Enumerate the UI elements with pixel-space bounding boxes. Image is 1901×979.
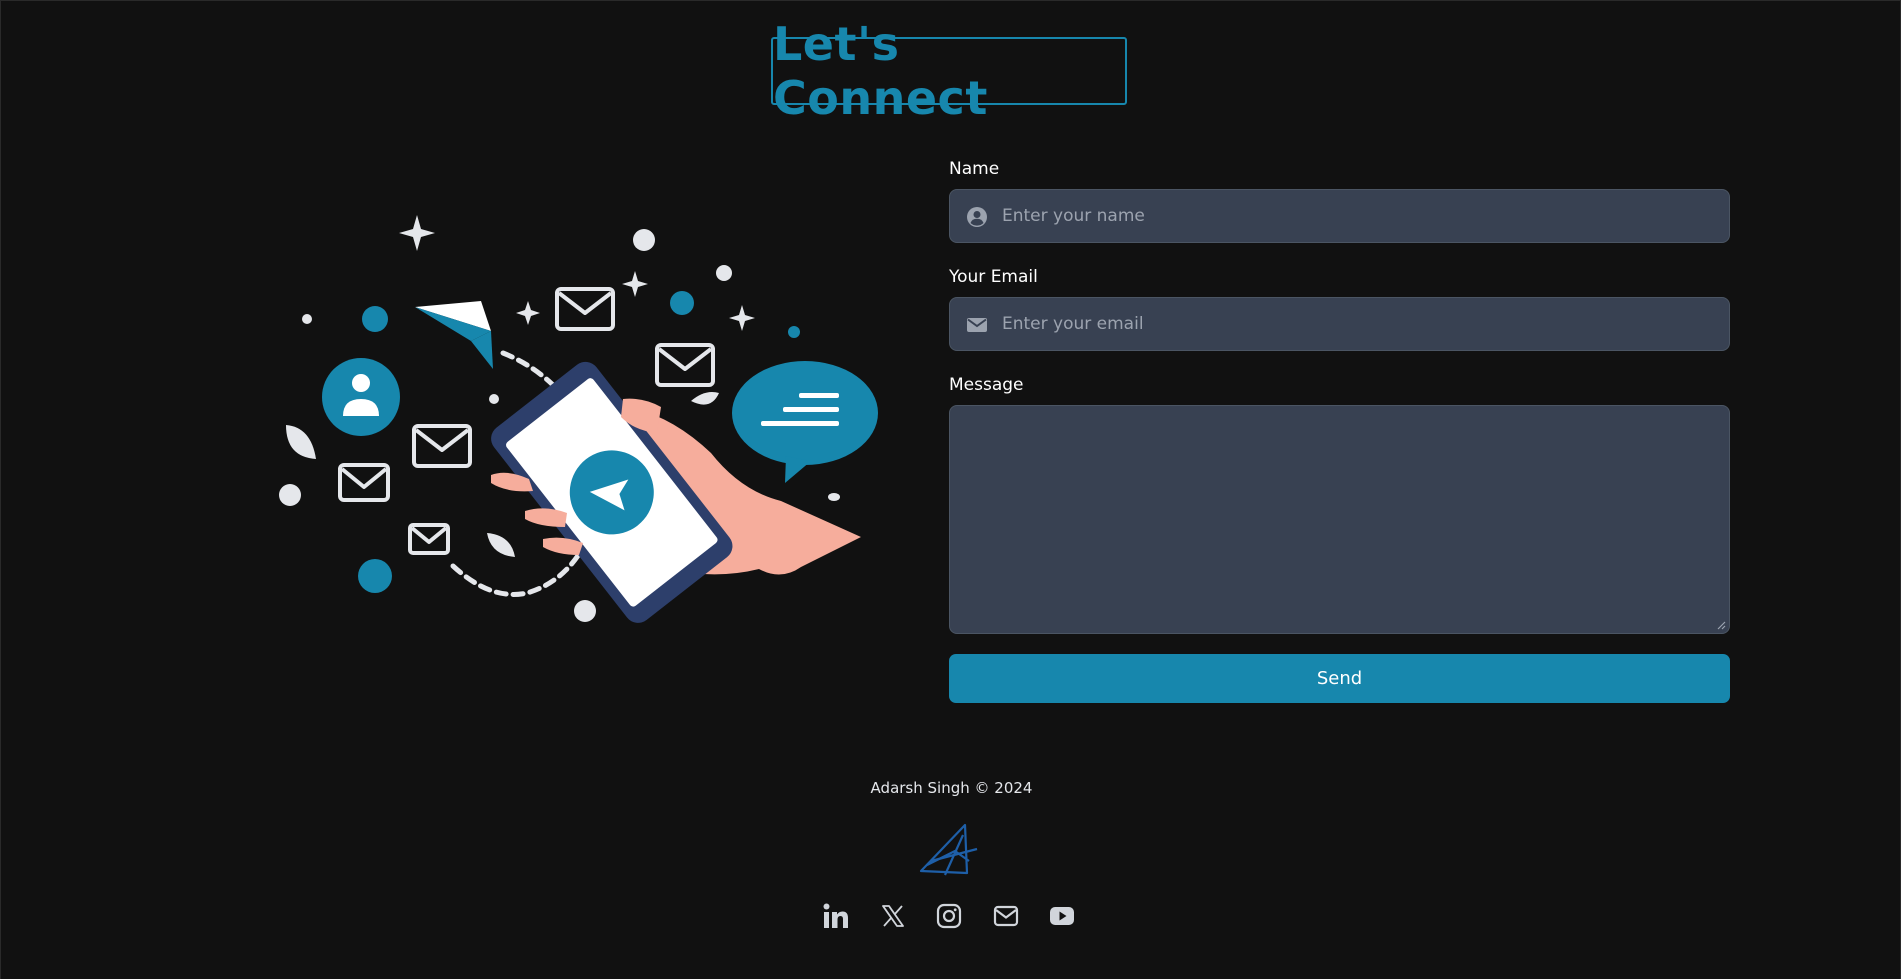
sparkle-icon [729,305,755,331]
name-input[interactable] [1002,190,1712,242]
email-link[interactable] [989,899,1023,933]
contact-illustration [279,215,878,623]
instagram-icon [936,903,962,929]
page-title: Let's Connect [773,17,988,125]
contact-page: Let's Connect Name Enter your name Your … [0,0,1901,979]
linkedin-icon [823,903,848,928]
x-twitter-icon [881,905,904,927]
instagram-link[interactable] [932,899,966,933]
email-input[interactable] [1002,298,1712,350]
sparkle-icon [622,271,648,297]
linkedin-link[interactable] [819,899,853,933]
message-label: Message [949,375,1024,395]
envelope-icon [967,318,987,332]
name-field-wrapper[interactable] [949,189,1730,243]
user-circle-icon [967,207,987,227]
email-field-wrapper[interactable] [949,297,1730,351]
message-field-wrapper[interactable] [949,405,1730,634]
social-links [819,899,1079,933]
logo-icon [919,823,978,876]
message-textarea[interactable] [950,406,1729,633]
copyright-text: Adarsh Singh © 2024 [870,779,1033,797]
mail-icon [993,905,1018,927]
x-twitter-link[interactable] [876,899,910,933]
sparkle-icon [516,301,540,325]
email-label: Your Email [949,267,1038,287]
name-label: Name [949,159,1000,179]
youtube-icon [1050,907,1074,925]
send-button[interactable]: Send [949,654,1730,703]
sparkle-icon [399,215,435,251]
resize-handle-icon[interactable] [1716,620,1726,630]
youtube-link[interactable] [1045,899,1079,933]
contact-form: Name Your Email Message Send [949,159,1730,703]
title-box: Let's Connect [771,17,1127,125]
